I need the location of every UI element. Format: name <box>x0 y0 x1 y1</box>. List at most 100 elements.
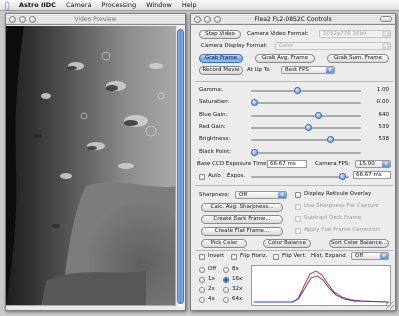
grab-frame-button[interactable]: Grab Frame <box>199 54 243 63</box>
video-window-titlebar[interactable]: Video Preview <box>6 14 185 25</box>
subtract-dark-frame-checkbox[interactable] <box>295 216 301 222</box>
create-dark-frame-button[interactable]: Create Dark Frame... <box>201 215 283 224</box>
zoom-radio-label: Off <box>208 266 217 272</box>
auto-exposure-checkbox[interactable] <box>199 174 205 180</box>
histogram-blue-line <box>254 275 389 303</box>
close-icon[interactable] <box>194 16 201 23</box>
fps-select[interactable]: Best FPS ▼ <box>281 66 335 74</box>
slider-knob[interactable] <box>294 87 302 94</box>
stop-video-button[interactable]: Stop Video <box>199 30 241 39</box>
controls-window-titlebar[interactable]: Flea2 FL2-08S2C Controls <box>191 14 395 25</box>
apply-flat-frame-checkbox[interactable] <box>295 228 301 234</box>
at-up-to-label: At Up To <box>247 67 270 73</box>
zoom-radio-1x[interactable] <box>199 277 205 283</box>
menu-help[interactable]: Help <box>177 1 202 9</box>
camera-video-format-select[interactable]: 1032x776 16bit ▼ <box>319 30 391 38</box>
exposure-value-field[interactable]: 66.67 ms <box>353 171 391 179</box>
sort-color-balance-button[interactable]: Sort Color Balance... <box>329 239 389 248</box>
slider-label: Black Point: <box>199 148 232 155</box>
slider-knob[interactable] <box>304 123 312 131</box>
create-flat-frame-button[interactable]: Create Flat Frame... <box>201 227 283 236</box>
minimize-icon[interactable] <box>19 16 26 23</box>
flip-vert-checkbox[interactable] <box>273 254 279 260</box>
use-sharpness-checkbox[interactable] <box>295 204 301 210</box>
video-horizontal-scrollbar[interactable] <box>6 305 176 310</box>
slider-value: 1.00 <box>376 87 389 93</box>
grab-avg-frame-button[interactable]: Grab Avg. Frame <box>255 54 315 63</box>
slider-value: 0.00 <box>376 99 389 106</box>
camera-fps-select[interactable]: 15.00 ▼ <box>355 160 391 168</box>
zoom-radio-label: 32x <box>232 286 243 292</box>
adjustment-slider[interactable] <box>251 148 361 156</box>
menu-astro-iidc[interactable]: Astro IIDC <box>14 1 61 9</box>
zoom-radio-label: 64x <box>232 296 243 302</box>
window-controls <box>194 16 221 23</box>
slider-knob[interactable] <box>314 111 322 119</box>
zoom-radio-label: 8x <box>232 266 239 272</box>
camera-display-format-select[interactable]: Color ▼ <box>275 42 391 50</box>
histogram-red-line <box>254 270 389 303</box>
adjustment-slider[interactable] <box>251 136 361 144</box>
sharpness-label: Sharpness: <box>199 192 230 198</box>
zoom-radio-4x[interactable] <box>199 297 205 303</box>
close-icon[interactable] <box>9 16 16 23</box>
sharpness-select[interactable]: Off ▼ <box>235 191 287 199</box>
chevron-down-icon: ▼ <box>382 43 390 49</box>
adjustment-slider[interactable] <box>251 111 361 119</box>
zoom-radio-16x[interactable] <box>223 277 229 283</box>
resize-grip-icon[interactable] <box>386 301 394 309</box>
invert-label: Invert <box>208 253 225 259</box>
adjustment-slider[interactable] <box>251 123 361 131</box>
flip-horiz-checkbox[interactable] <box>231 254 237 260</box>
divider <box>195 185 393 186</box>
exposure-slider-knob[interactable] <box>339 173 347 180</box>
record-movie-button[interactable]: Record Movie <box>199 66 243 75</box>
chevron-down-icon: ▼ <box>382 161 390 167</box>
slider-knob[interactable] <box>251 148 258 156</box>
toolbar-toggle-icon[interactable] <box>380 16 392 22</box>
zoom-icon[interactable] <box>29 16 36 23</box>
slider-label: Blue Gain: <box>199 111 228 118</box>
pick-color-button[interactable]: Pick Color <box>201 239 247 248</box>
chevron-down-icon: ▼ <box>380 253 388 259</box>
display-reticule-checkbox[interactable] <box>295 192 301 198</box>
calc-avg-sharpness-button[interactable]: Calc. Avg. Sharpness... <box>201 203 283 212</box>
video-scroll-thumb[interactable] <box>177 29 184 304</box>
color-balance-button[interactable]: Color Balance <box>263 239 311 248</box>
video-preview-window: Video Preview <box>5 13 186 311</box>
slider-value: 640 <box>378 111 390 118</box>
zoom-radio-32x[interactable] <box>223 287 229 293</box>
zoom-radio-64x[interactable] <box>223 297 229 303</box>
slider-label: Gamma: <box>199 87 223 93</box>
menu-camera[interactable]: Camera <box>61 1 97 9</box>
zoom-icon[interactable] <box>214 16 221 23</box>
exposure-slider[interactable] <box>251 173 349 180</box>
minimize-icon[interactable] <box>204 16 211 23</box>
menu-window[interactable]: Window <box>141 1 177 9</box>
exposure-time-field[interactable]: 66.67 ms <box>267 160 307 168</box>
zoom-radio-2x[interactable] <box>199 287 205 293</box>
exposure-time-label: Base CCD Exposure Time: <box>197 161 269 167</box>
hist-expand-select[interactable]: Off ▼ <box>351 252 389 260</box>
zoom-radio-8x[interactable] <box>223 267 229 273</box>
slider-knob[interactable] <box>327 136 335 144</box>
hist-expand-value: Off <box>355 253 364 259</box>
flip-vert-label: Flip Vert. <box>282 253 307 259</box>
adjustment-slider[interactable] <box>251 99 361 107</box>
apple-logo-icon[interactable]:  <box>0 1 14 10</box>
zoom-radio-label: 4x <box>208 296 215 302</box>
invert-checkbox[interactable] <box>199 254 205 260</box>
camera-display-format-value: Color <box>279 43 294 49</box>
zoom-radio-off[interactable] <box>199 267 205 273</box>
menu-processing[interactable]: Processing <box>96 1 141 9</box>
grab-sum-frame-button[interactable]: Grab Sum. Frame <box>327 54 389 63</box>
histogram-panel <box>251 265 391 306</box>
camera-video-format-value: 1032x776 16bit <box>323 31 367 37</box>
adjustment-slider[interactable] <box>251 87 361 94</box>
video-preview-image[interactable] <box>6 26 176 307</box>
slider-value: 539 <box>378 123 390 130</box>
histogram-plot <box>254 270 389 303</box>
slider-knob[interactable] <box>251 99 258 107</box>
slider-label: Red Gain: <box>199 123 226 130</box>
video-vertical-scrollbar[interactable] <box>175 26 185 307</box>
